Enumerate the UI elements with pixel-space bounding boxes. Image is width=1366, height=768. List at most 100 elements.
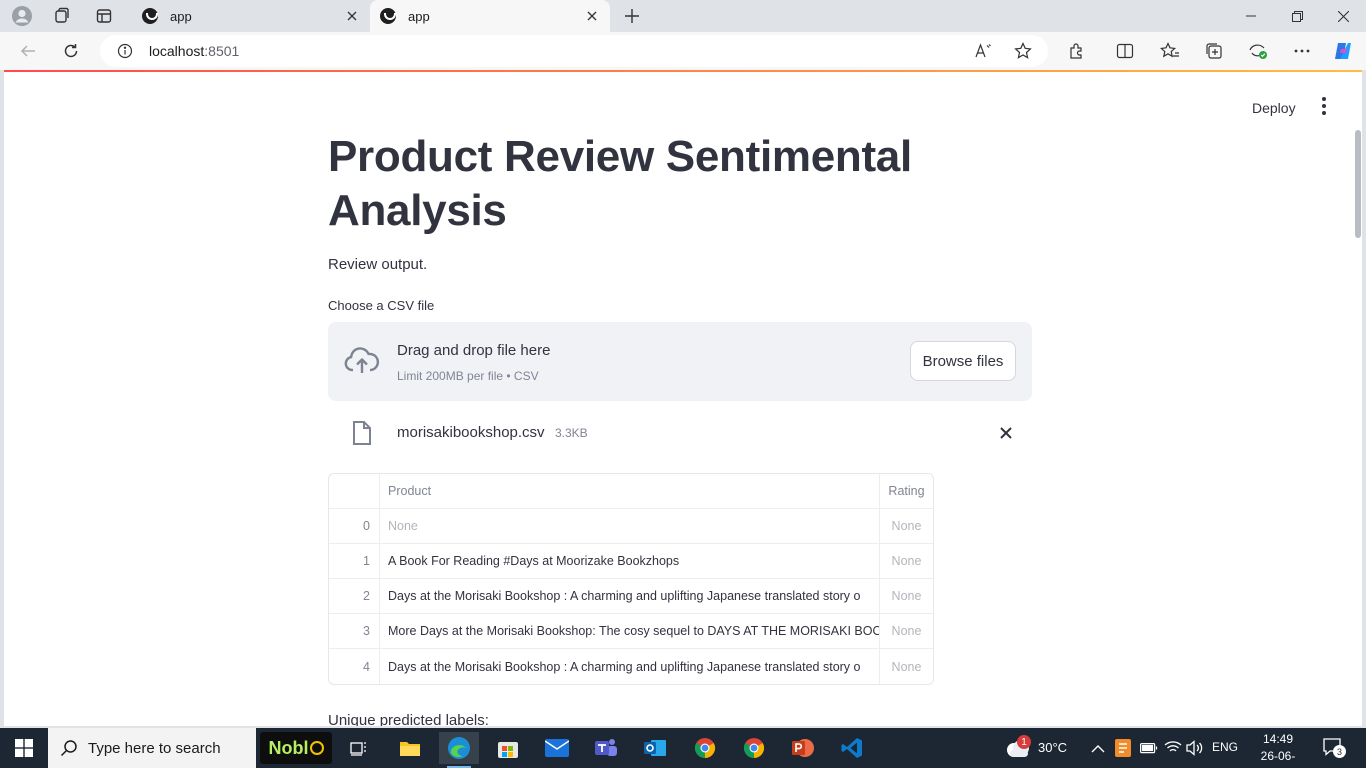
table-header-row: Product Rating <box>329 474 933 509</box>
cell-product[interactable]: More Days at the Morisaki Bookshop: The … <box>380 614 880 648</box>
tab-label: app <box>408 8 430 24</box>
remove-file-icon[interactable] <box>996 423 1016 443</box>
streamlit-favicon-icon <box>142 8 158 24</box>
site-info-icon[interactable] <box>117 43 133 64</box>
battery-icon[interactable] <box>1140 741 1158 759</box>
deploy-button[interactable]: Deploy <box>1244 96 1304 120</box>
uploaded-file-name: morisakibookshop.csv <box>397 424 545 441</box>
favorite-star-icon[interactable] <box>1014 42 1032 65</box>
cloud-upload-icon <box>344 346 380 376</box>
start-button[interactable] <box>0 728 48 768</box>
volume-icon[interactable] <box>1186 740 1204 761</box>
show-hidden-icons-icon[interactable] <box>1091 741 1105 759</box>
dropzone-title: Drag and drop file here <box>397 342 551 359</box>
file-explorer-icon[interactable] <box>390 732 430 764</box>
extensions-icon[interactable] <box>1066 40 1088 62</box>
cell-product[interactable]: None <box>380 509 880 543</box>
chrome-profile-icon[interactable] <box>734 732 774 764</box>
wifi-icon[interactable] <box>1164 740 1182 759</box>
weather-alert-badge: 1 <box>1017 735 1031 749</box>
dropzone-limit: Limit 200MB per file • CSV <box>397 369 539 383</box>
cell-rating[interactable]: None <box>880 649 933 684</box>
cell-product[interactable]: A Book For Reading #Days at Moorizake Bo… <box>380 544 880 578</box>
page-title: Product Review Sentimental Analysis <box>328 132 912 235</box>
language-indicator[interactable]: ENG <box>1212 740 1238 754</box>
close-tab-icon[interactable] <box>580 4 604 28</box>
table-row: 4 Days at the Morisaki Bookshop : A char… <box>329 649 933 684</box>
more-options-icon[interactable] <box>1291 40 1313 62</box>
uploader-label: Choose a CSV file <box>328 298 435 313</box>
browser-toolbar: localhost:8501 <box>0 32 1366 70</box>
new-tab-icon[interactable] <box>620 4 644 28</box>
minimize-icon[interactable] <box>1228 0 1274 32</box>
mail-icon[interactable] <box>537 732 577 764</box>
page-subtitle: Review output. <box>328 256 428 273</box>
clock-date: 26-06-2024 <box>1260 749 1296 768</box>
chrome-icon[interactable] <box>685 732 725 764</box>
table-row: 2 Days at the Morisaki Bookshop : A char… <box>329 579 933 614</box>
task-view-icon[interactable] <box>340 732 380 764</box>
notifications-icon[interactable]: 3 <box>1322 736 1346 760</box>
favorites-icon[interactable] <box>1159 40 1181 62</box>
page-viewport: Deploy Product Review Sentimental Analys… <box>4 70 1362 726</box>
close-tab-icon[interactable] <box>340 4 364 28</box>
dataframe-table[interactable]: Product Rating 0 None None 1 A Book For … <box>328 473 934 685</box>
refresh-icon[interactable] <box>56 37 86 65</box>
column-header-rating[interactable]: Rating <box>880 474 933 508</box>
tab-inactive[interactable]: app <box>132 0 370 32</box>
teams-icon[interactable] <box>586 732 626 764</box>
clock-time: 14:49 <box>1262 732 1294 746</box>
back-arrow-icon[interactable] <box>13 37 43 65</box>
cell-product[interactable]: Days at the Morisaki Bookshop : A charmi… <box>380 649 880 684</box>
edge-browser-icon[interactable] <box>439 732 479 768</box>
browser-tab-strip: app app <box>0 0 1366 32</box>
uploaded-file-size: 3.3KB <box>555 426 588 440</box>
vscode-icon[interactable] <box>832 732 872 764</box>
read-aloud-icon[interactable] <box>974 42 992 65</box>
cell-rating[interactable]: None <box>880 544 933 578</box>
split-screen-icon[interactable] <box>1114 40 1136 62</box>
row-index: 4 <box>329 649 380 684</box>
windows-taskbar: Type here to search Nobl 1 30°C ENG 14:4… <box>0 728 1366 768</box>
powerpoint-icon[interactable] <box>783 732 823 764</box>
row-index: 2 <box>329 579 380 613</box>
profile-avatar-icon[interactable] <box>8 4 36 28</box>
search-icon <box>60 739 78 762</box>
file-dropzone[interactable]: Drag and drop file here Limit 200MB per … <box>328 322 1032 401</box>
collections-icon[interactable] <box>1203 40 1225 62</box>
close-window-icon[interactable] <box>1320 0 1366 32</box>
streamlit-favicon-icon <box>380 8 396 24</box>
taskbar-search-box[interactable]: Type here to search <box>48 728 256 768</box>
app-tray-icon[interactable] <box>1115 739 1131 762</box>
taskbar-clock[interactable]: 14:49 26-06-2024 <box>1248 731 1308 768</box>
main-menu-icon[interactable] <box>1314 96 1334 116</box>
cell-product[interactable]: Days at the Morisaki Bookshop : A charmi… <box>380 579 880 613</box>
tab-active[interactable]: app <box>370 0 610 32</box>
noble-widget[interactable]: Nobl <box>260 732 332 764</box>
outlook-icon[interactable] <box>635 732 675 764</box>
notification-count: 3 <box>1333 745 1346 758</box>
table-row: 3 More Days at the Morisaki Bookshop: Th… <box>329 614 933 649</box>
unique-labels-heading: Unique predicted labels: <box>328 712 489 726</box>
url-host: localhost <box>149 43 205 59</box>
copilot-icon[interactable] <box>1332 40 1354 62</box>
table-row: 1 A Book For Reading #Days at Moorizake … <box>329 544 933 579</box>
weather-temperature[interactable]: 30°C <box>1038 740 1067 755</box>
cell-rating[interactable]: None <box>880 614 933 648</box>
browse-files-button[interactable]: Browse files <box>910 341 1016 381</box>
tab-label: app <box>170 8 192 24</box>
row-index: 1 <box>329 544 380 578</box>
search-placeholder: Type here to search <box>88 739 221 757</box>
cell-rating[interactable]: None <box>880 509 933 543</box>
page-scrollbar[interactable] <box>1355 130 1361 238</box>
microsoft-store-icon[interactable] <box>488 732 528 764</box>
restore-icon[interactable] <box>1274 0 1320 32</box>
column-header-product[interactable]: Product <box>380 474 880 508</box>
workspaces-icon[interactable] <box>48 4 76 28</box>
uploaded-file-row: morisakibookshop.csv 3.3KB <box>328 416 1032 450</box>
browser-essentials-icon[interactable] <box>1247 40 1269 62</box>
cell-rating[interactable]: None <box>880 579 933 613</box>
tab-actions-icon[interactable] <box>90 4 118 28</box>
address-bar[interactable]: localhost:8501 <box>100 35 1048 67</box>
index-header <box>329 474 380 508</box>
